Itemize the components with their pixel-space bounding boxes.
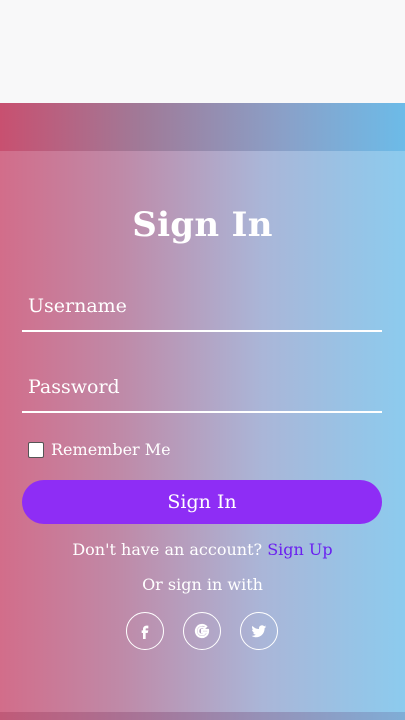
sign-in-button[interactable]: Sign In — [22, 480, 382, 524]
page: Sign In Remember Me Sign In Don't have a… — [0, 0, 405, 720]
facebook-button[interactable] — [126, 612, 164, 650]
sign-up-link[interactable]: Sign Up — [267, 540, 332, 559]
page-title: Sign In — [132, 205, 273, 245]
header-gradient-band — [0, 103, 405, 151]
remember-me-checkbox[interactable] — [28, 441, 44, 458]
username-input[interactable] — [22, 282, 382, 330]
username-field[interactable] — [22, 282, 382, 332]
twitter-icon — [251, 625, 267, 638]
google-button[interactable] — [183, 612, 221, 650]
top-blank-area — [0, 0, 405, 103]
no-account-text: Don't have an account? — [72, 540, 263, 559]
password-input[interactable] — [22, 363, 382, 411]
twitter-button[interactable] — [240, 612, 278, 650]
or-sign-in-with-text: Or sign in with — [142, 575, 263, 594]
signup-prompt: Don't have an account? Sign Up — [0, 540, 405, 559]
remember-me-label: Remember Me — [51, 440, 171, 459]
facebook-icon — [141, 625, 149, 639]
google-icon — [194, 623, 210, 639]
remember-me[interactable]: Remember Me — [28, 440, 171, 459]
password-field[interactable] — [22, 363, 382, 413]
